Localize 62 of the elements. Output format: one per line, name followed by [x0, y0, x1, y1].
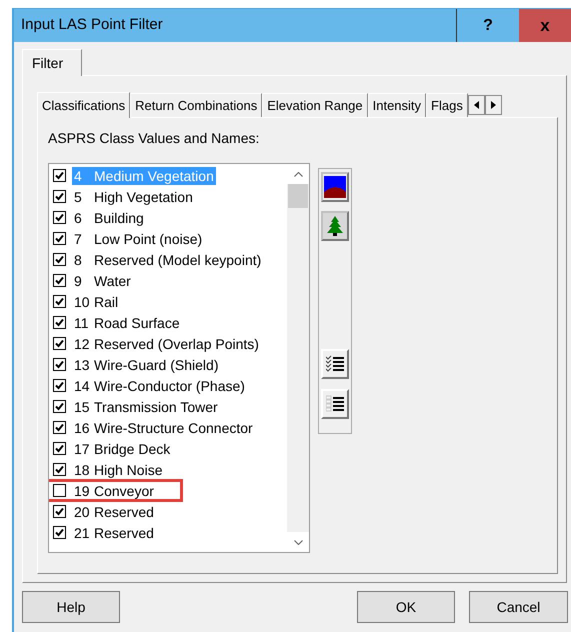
class-item[interactable]: 15 Transmission Tower [72, 398, 220, 416]
tab[interactable]: Return Combinations [130, 93, 262, 117]
checkbox[interactable] [53, 337, 66, 350]
checkbox[interactable] [53, 274, 66, 287]
tab[interactable]: Classifications [37, 92, 130, 118]
checkbox[interactable] [53, 253, 66, 266]
ok-button[interactable]: OK [357, 591, 455, 623]
scroll-thumb[interactable] [288, 184, 308, 208]
left-arrow-icon [474, 101, 479, 109]
class-item[interactable]: 6 Building [72, 208, 146, 226]
class-item[interactable]: 12 Reserved (Overlap Points) [72, 334, 261, 352]
uncheck-all-button[interactable] [321, 389, 349, 419]
class-item[interactable]: 18 High Noise [72, 460, 164, 478]
class-item[interactable]: 16 Wire-Structure Connector [72, 418, 255, 436]
checkbox[interactable] [53, 211, 66, 224]
tab[interactable]: Elevation Range [262, 93, 368, 117]
cancel-button[interactable]: Cancel [469, 591, 568, 623]
terrain-icon [324, 176, 346, 198]
tab[interactable]: Filter [22, 49, 82, 76]
list-icon [326, 395, 344, 413]
class-item[interactable]: 11 Road Surface [72, 314, 182, 332]
checked-list-icon [326, 355, 344, 373]
checkbox[interactable] [53, 526, 66, 539]
class-item[interactable]: 20 Reserved [72, 502, 156, 520]
checkbox[interactable] [53, 379, 66, 392]
class-item[interactable]: 19 Conveyor [72, 482, 156, 500]
checkbox[interactable] [53, 295, 66, 308]
help-button[interactable]: Help [22, 591, 120, 623]
class-item[interactable]: 7 Low Point (noise) [72, 230, 204, 248]
checkbox[interactable] [53, 169, 66, 182]
tab-scroll-right-button[interactable] [484, 95, 502, 115]
class-item[interactable]: 5 High Vegetation [72, 188, 195, 206]
tab[interactable]: Flags [426, 93, 468, 117]
tree-icon [327, 216, 343, 236]
checkbox[interactable] [53, 190, 66, 203]
class-item[interactable]: 17 Bridge Deck [72, 440, 172, 458]
close-button[interactable]: x [519, 9, 571, 42]
checkbox[interactable] [53, 442, 66, 455]
scrollbar[interactable] [287, 164, 309, 552]
checkbox[interactable] [53, 316, 66, 329]
class-item[interactable]: 10 Rail [72, 292, 120, 310]
class-item[interactable]: 13 Wire-Guard (Shield) [72, 356, 220, 374]
class-item[interactable]: 8 Reserved (Model keypoint) [72, 250, 264, 268]
checkbox[interactable] [53, 484, 66, 497]
list-label: ASPRS Class Values and Names: [48, 129, 260, 148]
class-item[interactable]: 21 Reserved [72, 524, 156, 542]
checkbox[interactable] [53, 232, 66, 245]
terrain-button[interactable] [321, 172, 349, 202]
checkbox[interactable] [53, 463, 66, 476]
checkbox[interactable] [53, 400, 66, 413]
class-item[interactable]: 14 Wire-Conductor (Phase) [72, 376, 247, 394]
window-title: Input LAS Point Filter [20, 15, 164, 36]
right-arrow-icon [490, 101, 496, 109]
checkbox[interactable] [53, 421, 66, 434]
checkbox[interactable] [53, 505, 66, 518]
tree-button[interactable] [321, 211, 349, 241]
check-all-button[interactable] [321, 349, 349, 379]
checkbox[interactable] [53, 358, 66, 371]
class-item[interactable]: 9 Water [72, 272, 133, 290]
class-list[interactable] [48, 163, 310, 553]
tab-scroll-left-button[interactable] [468, 95, 485, 115]
tab[interactable]: Intensity [368, 93, 426, 117]
